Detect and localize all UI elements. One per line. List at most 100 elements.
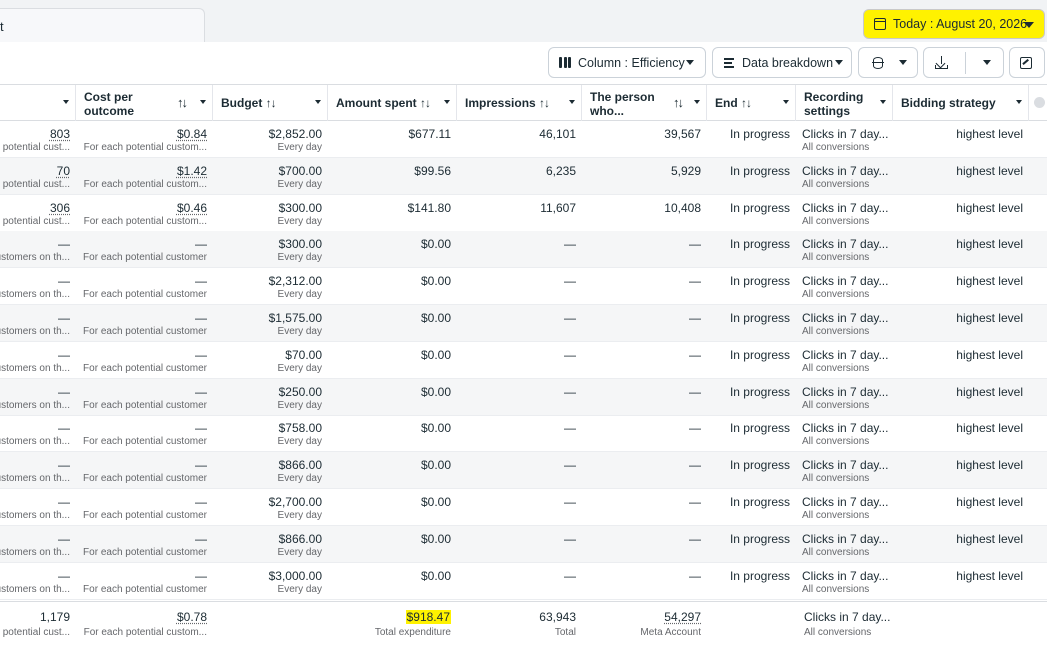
table-row[interactable]: — ustomers on th... — For each potential cu… <box>0 452 1047 490</box>
sort-icon[interactable]: ↑↓ <box>673 95 684 110</box>
col-results[interactable] <box>0 85 76 121</box>
col-label: End ↑↓ <box>715 96 752 110</box>
columns-label: Column : Efficiency <box>578 55 685 70</box>
cell-reach: — <box>689 568 701 583</box>
cell-spent: $0.00 <box>420 568 451 583</box>
cell-results: — ustomers on th... <box>0 274 70 301</box>
table-row[interactable]: 803 potential cust... $0.84 For each potent… <box>0 121 1047 158</box>
sort-icon[interactable]: ↑↓ <box>539 96 550 110</box>
cell-spent: $0.00 <box>420 531 451 546</box>
col-label: Impressions ↑↓ <box>465 96 550 110</box>
cell-impressions: — <box>564 274 576 289</box>
sort-icon[interactable]: ↑↓ <box>420 96 431 110</box>
cell-spent: $0.00 <box>420 347 451 362</box>
chevron-down-icon[interactable] <box>1016 100 1022 104</box>
cell-spent: $0.00 <box>420 274 451 289</box>
col-reach[interactable]: The person who... ↑↓ <box>582 85 707 121</box>
cell-spent: $99.56 <box>414 163 451 178</box>
cell-rec: Clicks in 7 day... All conversions <box>802 495 889 521</box>
breakdown-label: Data breakdown <box>742 55 834 70</box>
chevron-down-icon <box>686 60 694 65</box>
cell-impressions: — <box>564 384 576 399</box>
table-row[interactable]: 306 potential cust... $0.46 For each potent… <box>0 195 1047 232</box>
campaign-tab[interactable]: t <box>0 8 205 42</box>
cell-reach: — <box>689 495 701 509</box>
cell-reach: 39,567 <box>664 127 701 141</box>
cell-spent: $0.00 <box>420 495 451 509</box>
cell-reach: — <box>689 421 701 436</box>
cell-spent: $0.00 <box>420 421 451 436</box>
reports-button[interactable] <box>858 47 918 78</box>
cell-results: — ustomers on th... <box>0 568 70 595</box>
cell-end: In progress <box>729 347 790 362</box>
cell-impressions: — <box>564 311 576 325</box>
cell-spent: $141.80 <box>407 200 451 215</box>
col-budget[interactable]: Budget ↑↓ <box>213 85 328 121</box>
col-cost-per-outcome[interactable]: Cost per outcome ↑↓ <box>76 85 213 121</box>
chevron-down-icon[interactable] <box>983 60 991 65</box>
summary-impressions: 63,943 Total <box>539 610 576 638</box>
col-label: Recording settings <box>804 90 864 118</box>
chevron-down-icon[interactable] <box>880 100 886 104</box>
chevron-down-icon <box>1024 22 1034 28</box>
chart-button[interactable] <box>1009 47 1045 78</box>
col-end[interactable]: End ↑↓ <box>707 85 796 121</box>
chevron-down-icon <box>899 60 907 65</box>
breakdown-button[interactable]: Data breakdown <box>712 47 852 78</box>
cell-budget: $2,312.00 Every day <box>268 274 322 301</box>
table-row[interactable]: — ustomers on th... — For each potential cu… <box>0 563 1047 600</box>
cell-impressions: — <box>564 531 576 546</box>
cell-cost: — For each potential customer <box>83 458 207 485</box>
chevron-down-icon[interactable] <box>569 100 575 104</box>
cell-results: — ustomers on th... <box>0 311 70 337</box>
calendar-icon <box>874 18 886 30</box>
chevron-down-icon[interactable] <box>444 100 450 104</box>
cell-bid: highest level <box>956 347 1023 362</box>
table-row[interactable]: 70 potential cust... $1.42 For each potenti… <box>0 157 1047 195</box>
table-row[interactable]: — ustomers on th... — For each potential cu… <box>0 415 1047 453</box>
col-impressions[interactable]: Impressions ↑↓ <box>457 85 582 121</box>
table-row[interactable]: — ustomers on th... — For each potential cu… <box>0 525 1047 563</box>
cell-spent: $0.00 <box>420 384 451 399</box>
date-range-picker[interactable]: Today : August 20, 2026 <box>863 9 1045 39</box>
cell-end: In progress <box>729 384 790 399</box>
sort-icon[interactable]: ↑↓ <box>266 96 277 110</box>
summary-cost: $0.78 For each potential custom... <box>83 610 207 638</box>
sort-icon[interactable]: ↑↓ <box>741 96 752 110</box>
table-row[interactable]: — ustomers on th... — For each potential cu… <box>0 342 1047 379</box>
cell-budget: $250.00 Every day <box>277 384 322 411</box>
cell-results: — ustomers on th... <box>0 347 70 374</box>
chevron-down-icon[interactable] <box>200 100 206 104</box>
chevron-down-icon[interactable] <box>783 100 789 104</box>
table-row[interactable]: — ustomers on th... — For each potential cu… <box>0 231 1047 269</box>
columns-button[interactable]: Column : Efficiency <box>548 47 706 78</box>
cell-spent: $0.00 <box>420 458 451 473</box>
col-label: Cost per outcome <box>84 90 135 118</box>
cell-cost: — For each potential customer <box>83 347 207 374</box>
cell-budget: $1,575.00 Every day <box>268 311 322 337</box>
col-bidding-strategy[interactable]: Bidding strategy <box>893 85 1029 121</box>
col-label: Amount spent ↑↓ <box>336 96 431 110</box>
database-icon <box>872 56 884 69</box>
table-row[interactable]: — ustomers on th... — For each potential cu… <box>0 268 1047 306</box>
cell-rec: Clicks in 7 day... All conversions <box>802 347 889 374</box>
chevron-down-icon[interactable] <box>63 100 69 104</box>
table-row[interactable]: — ustomers on th... — For each potential cu… <box>0 489 1047 526</box>
sort-icon[interactable]: ↑↓ <box>177 95 188 110</box>
date-label: Today : August 20, 2026 <box>893 17 1028 31</box>
cell-end: In progress <box>729 127 790 141</box>
download-icon[interactable] <box>935 56 948 69</box>
col-recording-settings[interactable]: Recording settings <box>796 85 893 121</box>
cell-budget: $300.00 Every day <box>277 200 322 227</box>
cell-budget: $300.00 Every day <box>277 237 322 264</box>
col-amount-spent[interactable]: Amount spent ↑↓ <box>328 85 457 121</box>
chevron-down-icon[interactable] <box>315 100 321 104</box>
table-row[interactable]: — ustomers on th... — For each potential cu… <box>0 378 1047 416</box>
chevron-down-icon[interactable] <box>694 100 700 104</box>
cell-results: — ustomers on th... <box>0 237 70 264</box>
cell-bid: highest level <box>956 531 1023 546</box>
add-column-icon[interactable] <box>1034 97 1045 108</box>
table-row[interactable]: — ustomers on th... — For each potential cu… <box>0 305 1047 342</box>
cell-cost: — For each potential customer <box>83 237 207 264</box>
cell-reach: — <box>689 531 701 546</box>
